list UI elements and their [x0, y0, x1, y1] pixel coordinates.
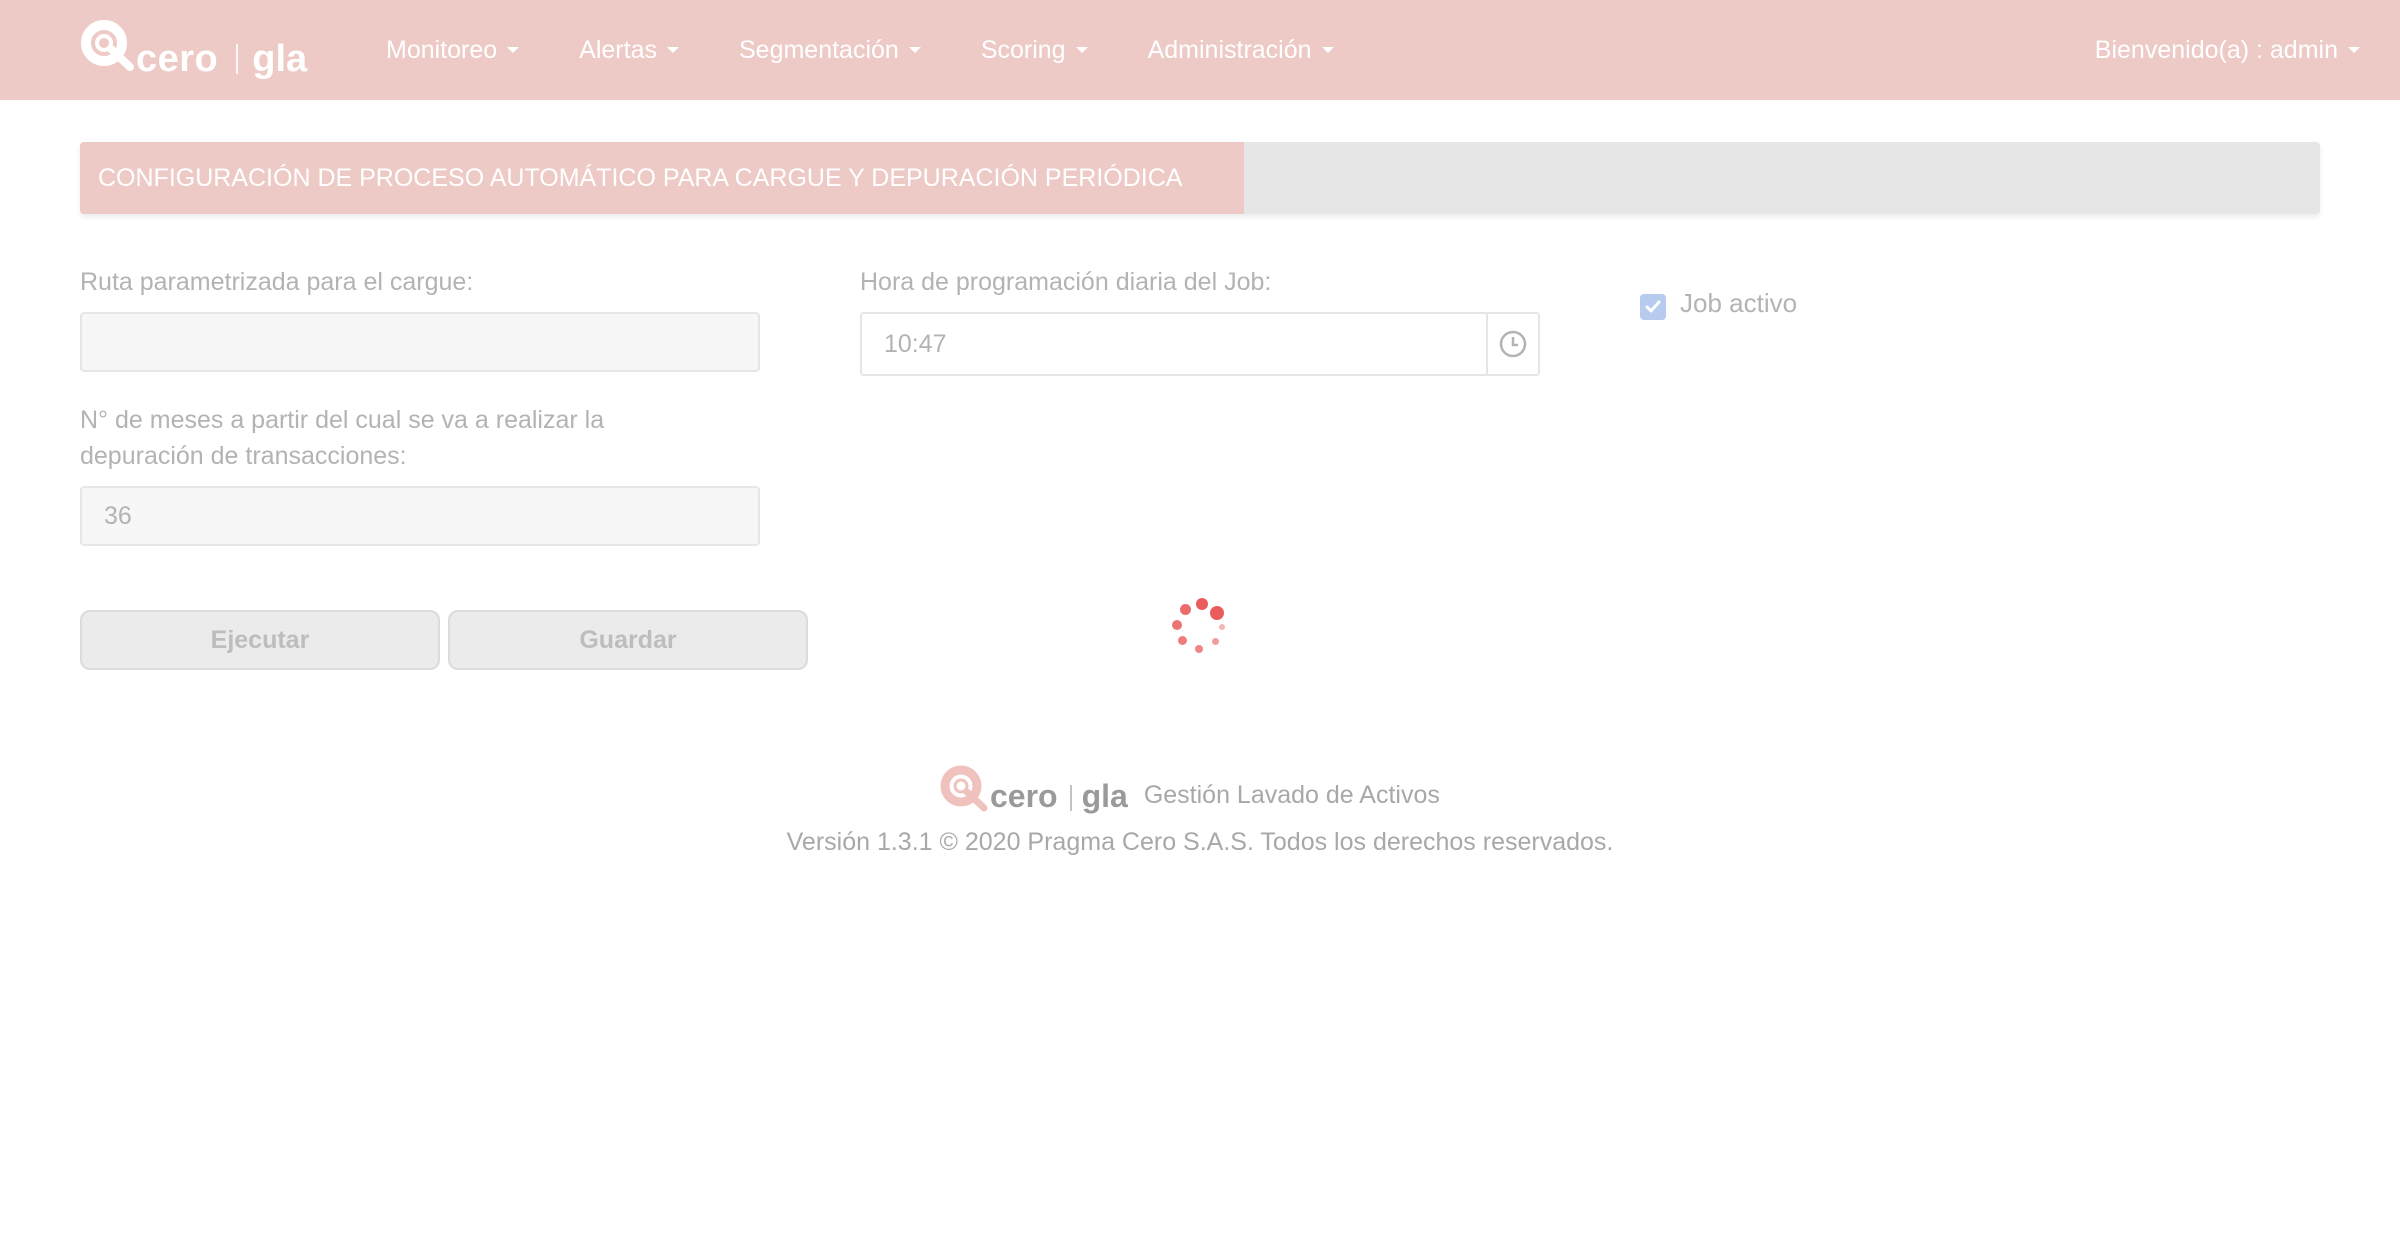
save-button[interactable]: Guardar [448, 610, 808, 670]
footer-brand: cero gla Gestión Lavado de Activos [940, 760, 1440, 816]
section-title: CONFIGURACIÓN DE PROCESO AUTOMÁTICO PARA… [80, 142, 1244, 214]
nav-segmentacion[interactable]: Segmentación [709, 36, 951, 65]
schedule-time-input[interactable]: 10:47 [862, 314, 1486, 374]
caret-down-icon [908, 47, 921, 53]
months-label-line2: depuración de transacciones: [80, 442, 407, 470]
nav-alertas[interactable]: Alertas [549, 36, 709, 65]
brand-logo[interactable]: cero gla [80, 14, 308, 80]
footer-q-icon [940, 765, 988, 813]
spinner-dot [1178, 636, 1187, 645]
clock-icon [1499, 330, 1527, 358]
spinner-dot [1212, 638, 1219, 645]
footer-tagline: Gestión Lavado de Activos [1143, 780, 1440, 809]
footer-copyright: Versión 1.3.1 © 2020 Pragma Cero S.A.S. … [786, 828, 1614, 856]
brand-name: cero [136, 37, 219, 80]
nav-administracion-label: Administración [1147, 35, 1312, 64]
nav-segmentacion-label: Segmentación [738, 35, 899, 64]
user-menu[interactable]: Bienvenido(a) : admin [2095, 0, 2360, 100]
months-label-line1: N° de meses a partir del cual se va a re… [80, 406, 605, 434]
nav-administracion[interactable]: Administración [1118, 36, 1364, 65]
nav-monitoreo[interactable]: Monitoreo [356, 36, 549, 65]
footer-logo-product: gla [1081, 778, 1128, 814]
nav-scoring[interactable]: Scoring [951, 36, 1118, 65]
execute-button[interactable]: Ejecutar [80, 610, 440, 670]
caret-down-icon [1075, 47, 1088, 53]
nav-alertas-label: Alertas [579, 35, 657, 64]
clock-button[interactable] [1486, 314, 1538, 374]
spinner-dot [1180, 604, 1191, 615]
brand-product: gla [252, 37, 308, 80]
loading-spinner-icon [1168, 594, 1230, 656]
brand-divider [236, 44, 239, 74]
caret-down-icon [2348, 47, 2360, 53]
spinner-dot [1210, 606, 1224, 620]
user-menu-label: Bienvenido(a) : admin [2094, 35, 2338, 64]
spinner-dot [1219, 624, 1225, 630]
caret-down-icon [1321, 47, 1334, 53]
route-label: Ruta parametrizada para el cargue: [80, 268, 474, 296]
checkmark-icon [1645, 300, 1661, 313]
top-navbar: cero gla Monitoreo Alertas Segmentación … [0, 0, 2400, 100]
schedule-time-picker: 10:47 [860, 312, 1540, 376]
main-menu: Monitoreo Alertas Segmentación Scoring A… [356, 0, 1364, 100]
footer-logo-name: cero [990, 778, 1058, 814]
spinner-dot [1172, 620, 1182, 630]
footer-logo-divider [1069, 785, 1072, 811]
footer-logo: cero gla [940, 763, 1128, 814]
nav-monitoreo-label: Monitoreo [386, 35, 498, 64]
route-input[interactable] [80, 312, 760, 372]
nav-scoring-label: Scoring [980, 35, 1066, 64]
caret-down-icon [666, 47, 679, 53]
months-input[interactable]: 36 [80, 486, 760, 546]
job-active-label: Job activo [1680, 287, 1798, 318]
job-active-checkbox[interactable] [1640, 294, 1666, 320]
job-active-toggle[interactable]: Job activo [1640, 286, 1797, 320]
caret-down-icon [507, 47, 520, 53]
schedule-label: Hora de programación diaria del Job: [860, 268, 1272, 296]
spinner-dot [1196, 598, 1208, 610]
spinner-dot [1195, 645, 1203, 653]
brand-q-icon [80, 19, 134, 73]
section-header: CONFIGURACIÓN DE PROCESO AUTOMÁTICO PARA… [80, 142, 2320, 214]
